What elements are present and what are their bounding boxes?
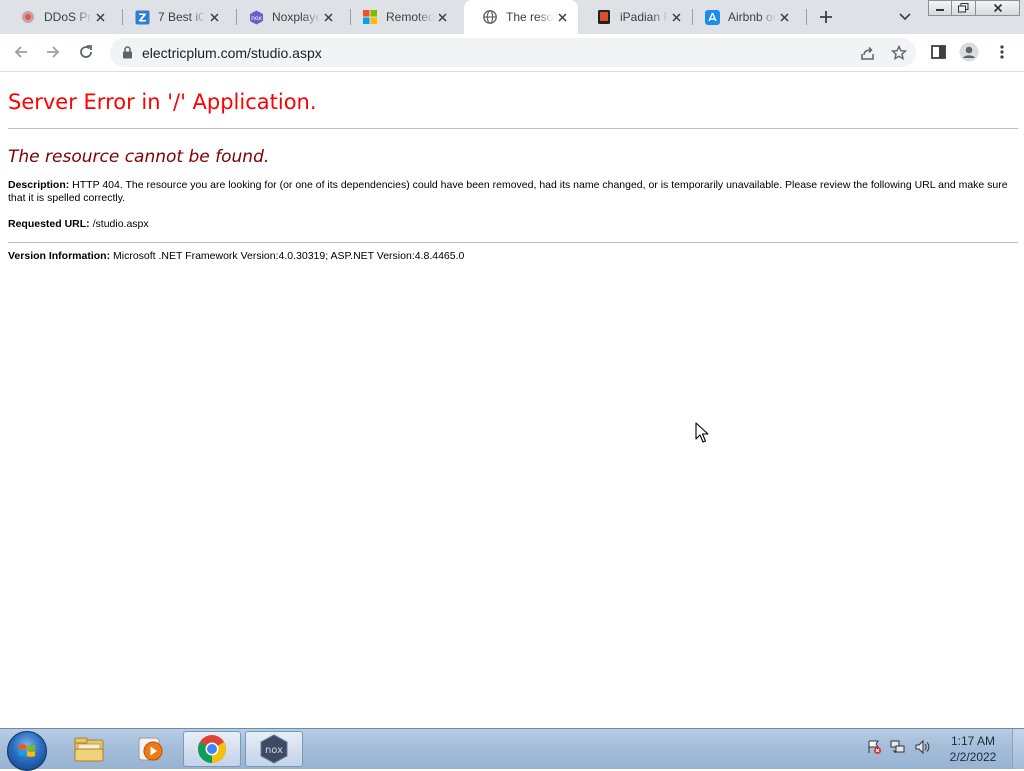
side-panel-button[interactable] bbox=[928, 42, 948, 62]
svg-text:nox: nox bbox=[265, 745, 283, 756]
browser-toolbar: electricplum.com/studio.aspx bbox=[0, 34, 1024, 72]
windows-taskbar: nox 1:17 AM 2/2/2022 bbox=[0, 728, 1024, 771]
share-icon[interactable] bbox=[858, 44, 876, 62]
system-clock[interactable]: 1:17 AM 2/2/2022 bbox=[940, 733, 1006, 765]
description-text: HTTP 404. The resource you are looking f… bbox=[8, 179, 1008, 204]
url-text[interactable]: electricplum.com/studio.aspx bbox=[142, 45, 322, 61]
chevron-down-icon bbox=[899, 13, 911, 21]
close-icon bbox=[993, 3, 1002, 13]
side-panel-icon bbox=[930, 45, 946, 59]
windows-logo-icon bbox=[19, 744, 35, 757]
tab-remoted[interactable]: Remoted bbox=[344, 0, 458, 34]
tab-title: Remoted bbox=[386, 10, 434, 24]
back-arrow-icon bbox=[14, 46, 27, 58]
requested-url-paragraph: Requested URL: /studio.aspx bbox=[8, 218, 1018, 231]
nox-favicon: nox bbox=[248, 9, 264, 25]
address-bar[interactable]: electricplum.com/studio.aspx bbox=[110, 38, 916, 67]
tab-title: The resource bbox=[506, 10, 554, 24]
clock-time: 1:17 AM bbox=[950, 734, 996, 748]
close-tab-icon[interactable] bbox=[320, 9, 336, 25]
chrome-icon bbox=[198, 735, 226, 763]
requested-url-value: /studio.aspx bbox=[89, 218, 149, 230]
minimize-icon bbox=[936, 9, 944, 11]
taskbar-windows-explorer[interactable] bbox=[60, 731, 118, 767]
globe-icon bbox=[482, 9, 498, 25]
taskbar-media-player[interactable] bbox=[121, 731, 179, 767]
ddos-favicon bbox=[20, 9, 36, 25]
tab-the-resource[interactable]: The resource bbox=[464, 0, 578, 34]
start-button[interactable] bbox=[7, 731, 47, 771]
tab-title: Noxplayer bbox=[272, 10, 320, 24]
back-button[interactable] bbox=[10, 41, 32, 63]
close-tab-icon[interactable] bbox=[554, 9, 570, 25]
tab-title: Airbnb on bbox=[728, 10, 776, 24]
appstore-favicon bbox=[704, 9, 720, 25]
description-label: Description: bbox=[8, 179, 70, 191]
kebab-menu-icon bbox=[1000, 45, 1004, 59]
tab-airbnb[interactable]: Airbnb on bbox=[686, 0, 800, 34]
close-tab-icon[interactable] bbox=[206, 9, 222, 25]
version-info-paragraph: Version Information: Microsoft .NET Fram… bbox=[8, 250, 1018, 263]
close-tab-icon[interactable] bbox=[776, 9, 792, 25]
nox-icon: nox bbox=[260, 734, 288, 764]
forward-arrow-icon bbox=[47, 46, 60, 58]
close-window-button[interactable] bbox=[976, 0, 1020, 16]
tab-strip: DDoS Pro Z 7 Best iOS nox Noxplayer Remo… bbox=[0, 0, 1024, 34]
folder-icon bbox=[74, 737, 104, 762]
ipadian-favicon bbox=[596, 9, 612, 25]
volume-icon[interactable] bbox=[914, 739, 930, 755]
error-subtitle: The resource cannot be found. bbox=[8, 147, 270, 167]
plus-icon bbox=[820, 11, 832, 23]
restore-button[interactable] bbox=[952, 0, 976, 16]
page-content: Server Error in '/' Application. The res… bbox=[8, 72, 1018, 263]
close-tab-icon[interactable] bbox=[92, 9, 108, 25]
action-center-icon[interactable] bbox=[866, 739, 882, 755]
window-controls bbox=[928, 0, 1020, 17]
svg-text:Z: Z bbox=[138, 11, 146, 24]
version-value: Microsoft .NET Framework Version:4.0.303… bbox=[110, 250, 465, 262]
divider bbox=[8, 242, 1018, 243]
network-icon[interactable] bbox=[890, 739, 906, 755]
profile-button[interactable] bbox=[959, 42, 979, 62]
media-player-icon bbox=[138, 737, 163, 761]
tab-separator bbox=[806, 9, 807, 25]
version-label: Version Information: bbox=[8, 250, 111, 262]
tab-noxplayer[interactable]: nox Noxplayer bbox=[230, 0, 344, 34]
tab-7-best-ios[interactable]: Z 7 Best iOS bbox=[116, 0, 230, 34]
7best-favicon: Z bbox=[134, 9, 150, 25]
taskbar-nox-player[interactable]: nox bbox=[245, 731, 303, 767]
close-tab-icon[interactable] bbox=[434, 9, 450, 25]
tab-ipadian[interactable]: iPadian P bbox=[578, 0, 692, 34]
tab-title: iPadian P bbox=[620, 10, 668, 24]
restore-icon bbox=[958, 3, 969, 13]
avatar-icon bbox=[959, 42, 979, 62]
bookmark-star-icon[interactable] bbox=[890, 44, 908, 62]
show-desktop-button[interactable] bbox=[1012, 729, 1024, 769]
divider bbox=[8, 128, 1018, 129]
reload-icon bbox=[80, 45, 92, 58]
tab-ddos[interactable]: DDoS Pro bbox=[2, 0, 116, 34]
reload-button[interactable] bbox=[75, 41, 97, 63]
tab-title: DDoS Pro bbox=[44, 10, 92, 24]
forward-button[interactable] bbox=[42, 41, 64, 63]
taskbar-google-chrome[interactable] bbox=[183, 731, 241, 767]
microsoft-favicon bbox=[362, 9, 378, 25]
tab-search-button[interactable] bbox=[895, 7, 915, 27]
tab-title: 7 Best iOS bbox=[158, 10, 206, 24]
page-title: Server Error in '/' Application. bbox=[8, 90, 317, 114]
lock-icon[interactable] bbox=[120, 46, 134, 60]
chrome-menu-button[interactable] bbox=[992, 42, 1012, 62]
description-paragraph: Description: HTTP 404. The resource you … bbox=[8, 179, 1018, 205]
close-tab-icon[interactable] bbox=[668, 9, 684, 25]
mouse-cursor-icon bbox=[695, 422, 709, 443]
clock-date: 2/2/2022 bbox=[949, 750, 997, 764]
minimize-button[interactable] bbox=[928, 0, 952, 16]
new-tab-button[interactable] bbox=[816, 7, 836, 27]
svg-text:nox: nox bbox=[251, 15, 262, 22]
requested-url-label: Requested URL: bbox=[8, 218, 90, 230]
